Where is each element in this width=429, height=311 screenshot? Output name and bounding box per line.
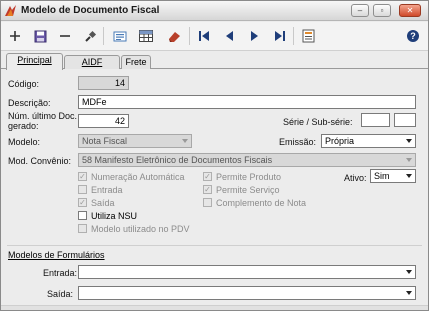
checkbox-label: Permite Produto <box>216 171 282 182</box>
mod-convenio-combo[interactable]: 58 Manifesto Eletrônico de Documentos Fi… <box>78 153 416 167</box>
checkbox-label: Modelo utilizado no PDV <box>91 223 190 234</box>
ativo-label: Ativo: <box>344 173 367 183</box>
save-icon[interactable] <box>31 27 49 45</box>
toolbar-separator <box>103 27 104 45</box>
window-title: Modelo de Documento Fiscal <box>21 5 160 16</box>
bottom-strip <box>1 305 428 310</box>
utiliza-nsu-checkbox[interactable]: Utiliza NSU <box>78 210 137 221</box>
tab-frete[interactable]: Frete <box>121 55 151 69</box>
tab-label: Frete <box>125 57 147 67</box>
num-ultimo-field[interactable]: 42 <box>78 114 129 128</box>
entrada-checkbox[interactable]: Entrada <box>78 184 123 195</box>
toolbar-separator <box>293 27 294 45</box>
last-record-icon[interactable] <box>271 27 289 45</box>
report-icon[interactable] <box>299 27 317 45</box>
ativo-combo[interactable]: Sim <box>370 169 416 183</box>
eraser-icon[interactable] <box>165 27 183 45</box>
remove-icon[interactable] <box>56 27 74 45</box>
help-icon[interactable]: ? <box>404 27 422 45</box>
checkbox-label: Complemento de Nota <box>216 197 307 208</box>
checkbox-box[interactable]: ✓ <box>78 198 87 207</box>
tab-aidf[interactable]: AIDF <box>64 55 120 69</box>
minimize-button[interactable]: – <box>351 4 369 17</box>
subserie-field[interactable] <box>394 113 416 127</box>
mod-convenio-value: 58 Manifesto Eletrônico de Documentos Fi… <box>82 155 273 165</box>
permite-servico-checkbox[interactable]: ✓ Permite Serviço <box>203 184 280 195</box>
num-ultimo-label-line2: gerado: <box>8 121 39 131</box>
checkbox-label: Entrada <box>91 184 123 195</box>
checkbox-label: Saída <box>91 197 115 208</box>
checkbox-box[interactable] <box>78 224 87 233</box>
restore-button[interactable]: ▫ <box>373 4 391 17</box>
saida-checkbox[interactable]: ✓ Saída <box>78 197 115 208</box>
chevron-down-icon[interactable] <box>403 266 415 278</box>
mod-convenio-label: Mod. Convênio: <box>8 156 72 166</box>
numeracao-automatica-checkbox[interactable]: ✓ Numeração Automática <box>78 171 185 182</box>
checkbox-box[interactable]: ✓ <box>203 185 212 194</box>
close-button[interactable]: ✕ <box>399 4 421 17</box>
next-record-icon[interactable] <box>246 27 264 45</box>
tab-principal[interactable]: Principal <box>6 53 63 70</box>
toolbar-separator <box>189 27 190 45</box>
add-icon[interactable] <box>6 27 24 45</box>
emissao-value: Própria <box>325 136 355 146</box>
toolbar: ? <box>1 22 428 51</box>
checkbox-box[interactable]: ✓ <box>78 172 87 181</box>
checkbox-label: Utiliza NSU <box>91 210 138 221</box>
checkbox-label: Permite Serviço <box>216 184 280 195</box>
codigo-field[interactable]: 14 <box>78 76 129 90</box>
tab-strip: Principal AIDF Frete <box>1 53 428 70</box>
emissao-combo[interactable]: Própria <box>321 134 416 148</box>
previous-record-icon[interactable] <box>220 27 238 45</box>
chevron-down-icon[interactable] <box>403 135 415 147</box>
svg-text:?: ? <box>410 31 416 41</box>
emissao-label: Emissão: <box>279 137 317 147</box>
search-icon[interactable] <box>81 27 99 45</box>
formulario-saida-label: Saída: <box>47 289 74 299</box>
title-bar[interactable]: Modelo de Documento Fiscal – ▫ ✕ <box>1 1 428 21</box>
modelo-value: Nota Fiscal <box>82 136 128 146</box>
tab-label: Principal <box>17 55 52 65</box>
chevron-down-icon[interactable] <box>403 154 415 166</box>
first-record-icon[interactable] <box>195 27 213 45</box>
modelo-combo[interactable]: Nota Fiscal <box>78 134 192 148</box>
checkbox-box[interactable] <box>78 211 87 220</box>
chevron-down-icon[interactable] <box>403 170 415 182</box>
grid-icon[interactable] <box>137 27 155 45</box>
checkbox-label: Numeração Automática <box>91 171 185 182</box>
formulario-entrada-label: Entrada: <box>43 268 78 278</box>
serie-field[interactable] <box>361 113 390 127</box>
print-preview-icon[interactable] <box>111 27 129 45</box>
checkbox-box[interactable]: ✓ <box>203 172 212 181</box>
tab-label: AIDF <box>81 57 103 67</box>
formulario-saida-combo[interactable] <box>78 286 416 300</box>
permite-produto-checkbox[interactable]: ✓ Permite Produto <box>203 171 281 182</box>
descricao-label: Descrição: <box>8 98 51 108</box>
app-logo-icon <box>4 4 18 18</box>
modelo-pdv-checkbox[interactable]: Modelo utilizado no PDV <box>78 223 190 234</box>
codigo-label: Código: <box>8 79 40 89</box>
section-divider <box>7 245 422 246</box>
num-ultimo-label-line1: Núm. último Doc. <box>8 111 78 121</box>
ativo-value: Sim <box>374 171 390 181</box>
checkbox-box[interactable] <box>78 185 87 194</box>
complemento-nota-checkbox[interactable]: Complemento de Nota <box>203 197 306 208</box>
descricao-field[interactable]: MDFe <box>78 95 416 109</box>
formularios-section-title: Modelos de Formulários <box>8 250 105 260</box>
document-model-window: Modelo de Documento Fiscal – ▫ ✕ ? Princ… <box>0 0 429 311</box>
modelo-label: Modelo: <box>8 137 41 147</box>
checkbox-box[interactable] <box>203 198 212 207</box>
serie-label: Série / Sub-série: <box>283 117 353 127</box>
chevron-down-icon[interactable] <box>403 287 415 299</box>
chevron-down-icon[interactable] <box>179 135 191 147</box>
formulario-entrada-combo[interactable] <box>78 265 416 279</box>
